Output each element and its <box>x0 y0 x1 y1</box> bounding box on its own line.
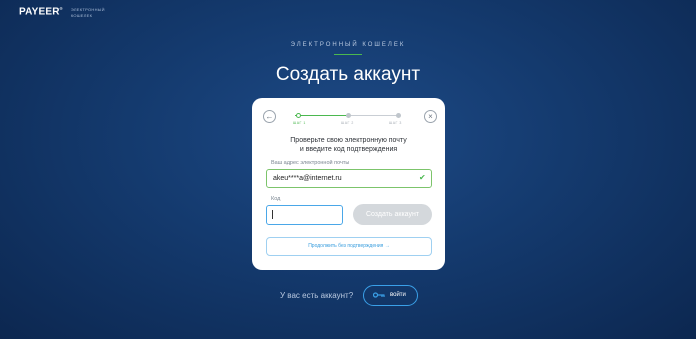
page-title: Создать аккаунт <box>275 64 421 85</box>
step-dot-1 <box>296 113 301 118</box>
code-input[interactable] <box>266 205 343 225</box>
create-account-button[interactable]: Создать аккаунт <box>353 204 432 225</box>
continue-without-verification-button[interactable]: Продолжить без подтверждения → <box>266 237 432 256</box>
step-dot-3 <box>396 113 401 118</box>
kicker-divider <box>334 54 362 55</box>
verification-instruction: Проверьте свою электронную почту и введи… <box>290 137 407 153</box>
step-line-1 <box>295 115 348 116</box>
email-field[interactable]: akeu****a@internet.ru <box>266 169 432 188</box>
back-arrow-icon[interactable]: ← <box>263 110 276 123</box>
step-label-1: ШАГ 1 <box>293 121 306 125</box>
step-label-3: ШАГ 3 <box>389 121 402 125</box>
payeer-logo[interactable]: PAYEER® ЭЛЕКТРОННЫЙ КОШЕЛЕК <box>19 6 105 19</box>
have-account-text: У вас есть аккаунт? <box>280 291 354 300</box>
close-icon[interactable]: × <box>424 110 437 123</box>
step-dot-2 <box>346 113 351 118</box>
logo-subtitle: ЭЛЕКТРОННЫЙ КОШЕЛЕК <box>70 7 105 18</box>
page-kicker: ЭЛЕКТРОННЫЙ КОШЕЛЕК <box>290 42 406 48</box>
text-caret <box>272 210 273 219</box>
email-label: Ваш адрес электронной почты <box>271 160 350 166</box>
key-icon <box>373 292 385 298</box>
login-button[interactable]: войти <box>363 285 418 306</box>
check-icon: ✔ <box>419 173 426 182</box>
step-line-2 <box>350 115 400 116</box>
logo-wordmark: PAYEER® <box>19 6 63 18</box>
step-label-2: ШАГ 2 <box>341 121 354 125</box>
code-label: Код <box>271 196 281 202</box>
